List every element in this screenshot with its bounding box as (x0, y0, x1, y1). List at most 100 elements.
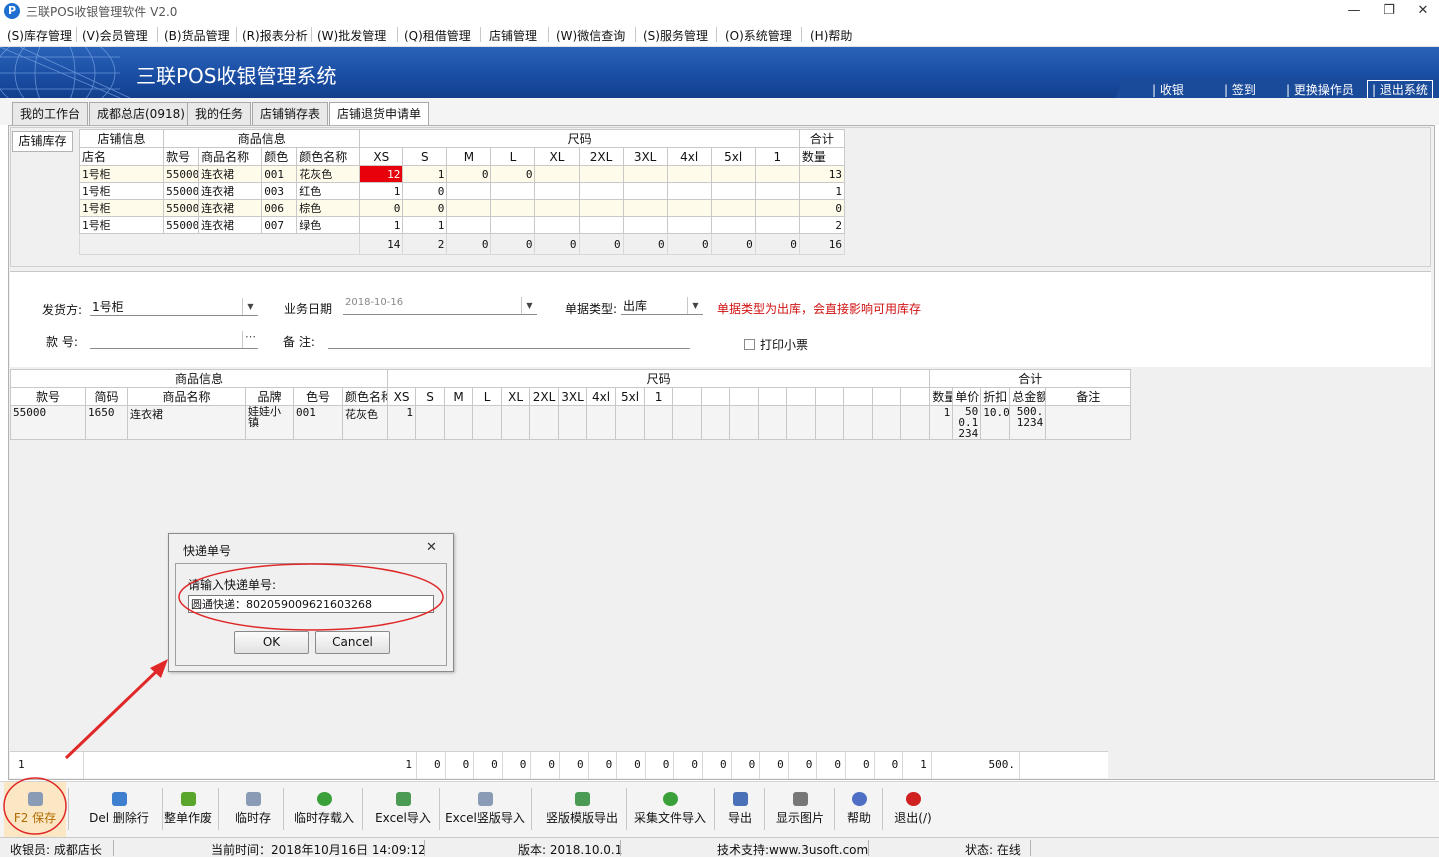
detail-col-header[interactable]: 数量 (929, 387, 954, 406)
table-cell[interactable]: 1650 (85, 405, 128, 440)
table-cell[interactable] (534, 165, 580, 183)
table-cell[interactable] (444, 405, 474, 440)
stock-col-header[interactable]: 4xl (666, 147, 712, 166)
table-cell[interactable] (701, 405, 731, 440)
chevron-down-icon[interactable]: ▼ (521, 297, 537, 314)
menu-store[interactable]: 店铺管理 (489, 27, 537, 44)
table-cell[interactable]: 1 (359, 182, 404, 200)
table-cell[interactable] (586, 405, 617, 440)
table-cell[interactable] (490, 199, 536, 217)
table-cell[interactable] (666, 182, 712, 200)
excel-vertical-import-button[interactable]: Excel竖版导入 (441, 782, 529, 838)
table-cell[interactable] (622, 182, 668, 200)
detail-col-header[interactable]: 备注 (1045, 387, 1132, 406)
stock-col-header[interactable]: 颜色名称 (296, 147, 361, 166)
detail-col-header[interactable]: 简码 (85, 387, 128, 406)
minimize-icon[interactable]: — (1341, 2, 1367, 20)
table-cell[interactable]: 001 (293, 405, 343, 440)
detail-col-header[interactable]: 商品名称 (127, 387, 246, 406)
menu-reports[interactable]: (R)报表分析 (242, 27, 308, 44)
stock-col-header[interactable]: 数量 (798, 147, 846, 166)
table-cell[interactable] (622, 199, 668, 217)
table-row[interactable]: 1号柜 55000 连衣裙 003 红色 1 0 1 (78, 182, 846, 200)
table-cell[interactable] (900, 405, 931, 440)
detail-col-header[interactable] (900, 387, 931, 406)
table-cell[interactable] (754, 216, 800, 234)
stock-col-header[interactable]: 店名 (78, 147, 165, 166)
table-cell[interactable]: 1 (402, 216, 448, 234)
restore-icon[interactable]: ❐ (1376, 2, 1402, 20)
menu-service[interactable]: (S)服务管理 (643, 27, 708, 44)
table-cell[interactable]: 003 (261, 182, 298, 200)
table-cell[interactable] (786, 405, 817, 440)
table-cell[interactable]: 13 (798, 165, 846, 183)
detail-col-header[interactable]: 3XL (558, 387, 588, 406)
menu-inventory[interactable]: (S)库存管理 (7, 27, 72, 44)
ok-button[interactable]: OK (234, 631, 309, 654)
table-row[interactable]: 1号柜 55000 连衣裙 006 棕色 0 0 0 (78, 199, 846, 217)
detail-col-header[interactable]: 颜色名称 (341, 387, 389, 406)
table-row[interactable]: 55000 1650 连衣裙 娃娃小镇 001 花灰色 1 1 500.1234 10.0 500.… (10, 405, 1132, 440)
tab-store-return-request[interactable]: 店铺退货申请单 (329, 102, 430, 126)
table-cell[interactable] (578, 182, 624, 200)
collect-import-button[interactable]: 采集文件导入 (628, 782, 712, 838)
table-row[interactable]: 1号柜 55000 连衣裙 001 花灰色 12 1 0 0 13 (78, 165, 846, 183)
ellipsis-icon[interactable]: ⋯ (242, 331, 258, 348)
table-cell[interactable]: 2 (798, 216, 846, 234)
export-button[interactable]: 导出 (718, 782, 762, 838)
table-cell[interactable]: 500.1234 (952, 405, 982, 440)
table-cell[interactable] (446, 216, 492, 234)
detail-col-header[interactable]: XS (387, 387, 417, 406)
table-cell[interactable]: 10.0 (980, 405, 1011, 440)
menu-members[interactable]: (V)会员管理 (82, 27, 148, 44)
table-cell[interactable] (578, 199, 624, 217)
stock-col-header[interactable]: 款号 (163, 147, 200, 166)
print-receipt-checkbox[interactable] (744, 339, 755, 350)
table-cell[interactable]: 55000 (163, 199, 200, 217)
stock-col-header[interactable]: 商品名称 (198, 147, 263, 166)
stock-col-header[interactable]: XL (534, 147, 580, 166)
detail-col-header[interactable]: 1 (644, 387, 674, 406)
detail-col-header[interactable]: 2XL (529, 387, 560, 406)
detail-col-header[interactable] (672, 387, 703, 406)
table-cell[interactable] (534, 182, 580, 200)
template-export-button[interactable]: 竖版模版导出 (540, 782, 624, 838)
table-cell[interactable]: 55000 (163, 182, 200, 200)
table-cell[interactable]: 006 (261, 199, 298, 217)
link-exit-system[interactable]: | 退出系统 (1367, 80, 1433, 98)
table-cell[interactable] (729, 405, 760, 440)
sender-select[interactable]: 1号柜 ▼ (90, 298, 258, 316)
table-cell[interactable] (490, 216, 536, 234)
table-cell[interactable]: 连衣裙 (127, 405, 246, 440)
temp-save-button[interactable]: 临时存 (225, 782, 281, 838)
excel-import-button[interactable]: Excel导入 (369, 782, 437, 838)
table-cell[interactable]: 0 (446, 165, 492, 183)
exit-button[interactable]: 退出(/) (886, 782, 940, 838)
table-cell[interactable]: 连衣裙 (198, 182, 263, 200)
detail-col-header[interactable] (701, 387, 731, 406)
table-cell[interactable]: 1号柜 (78, 165, 165, 183)
table-cell[interactable]: 55000 (163, 216, 200, 234)
stock-col-header[interactable]: S (402, 147, 448, 166)
table-cell[interactable] (672, 405, 703, 440)
note-input[interactable] (328, 331, 690, 349)
detail-col-header[interactable]: 单价 (952, 387, 982, 406)
stock-col-header[interactable]: 1 (754, 147, 800, 166)
table-cell[interactable] (534, 199, 580, 217)
link-cashier[interactable]: | 收银 (1152, 81, 1184, 98)
stock-col-header[interactable]: 3XL (622, 147, 668, 166)
menu-rental[interactable]: (Q)租借管理 (404, 27, 471, 44)
image-button[interactable]: 显示图片 (768, 782, 832, 838)
table-cell[interactable] (529, 405, 560, 440)
table-cell[interactable] (644, 405, 674, 440)
table-cell[interactable] (622, 216, 668, 234)
link-signin[interactable]: | 签到 (1224, 81, 1256, 98)
detail-col-header[interactable]: 款号 (10, 387, 86, 406)
stock-col-header[interactable]: L (490, 147, 536, 166)
stock-col-header[interactable]: 5xl (710, 147, 756, 166)
table-cell[interactable] (472, 405, 503, 440)
table-cell[interactable] (666, 165, 712, 183)
table-cell[interactable]: 1号柜 (78, 216, 165, 234)
delete-row-button[interactable]: Del 删除行 (78, 782, 160, 838)
table-cell[interactable] (501, 405, 531, 440)
